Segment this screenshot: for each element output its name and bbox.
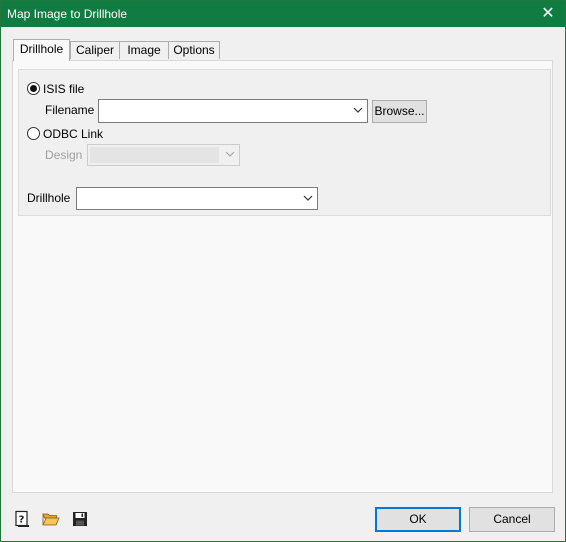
design-combobox[interactable] [87, 144, 240, 166]
title-bar: Map Image to Drillhole ✕ [1, 1, 565, 27]
tab-caliper[interactable]: Caliper [70, 41, 120, 59]
filename-label: Filename [45, 103, 95, 117]
radio-selected-dot [30, 85, 37, 92]
ok-button[interactable]: OK [375, 507, 461, 532]
filename-combobox[interactable] [98, 99, 368, 123]
tab-options[interactable]: Options [168, 41, 220, 59]
isis-file-radio[interactable] [27, 82, 40, 95]
browse-button[interactable]: Browse... [372, 100, 427, 123]
cancel-button[interactable]: Cancel [469, 507, 555, 532]
save-icon[interactable] [71, 510, 89, 528]
drillhole-combobox[interactable] [76, 187, 318, 210]
chevron-down-icon [225, 151, 235, 157]
close-icon[interactable]: ✕ [537, 3, 559, 25]
design-value-area [90, 147, 219, 163]
window-title: Map Image to Drillhole [7, 7, 128, 21]
design-label: Design [45, 148, 83, 162]
isis-file-label: ISIS file [43, 82, 85, 96]
open-folder-icon[interactable] [42, 510, 60, 528]
svg-text:?: ? [19, 515, 25, 526]
chevron-down-icon [303, 195, 313, 201]
odbc-link-label: ODBC Link [43, 127, 104, 141]
chevron-down-icon [353, 107, 363, 113]
drillhole-label: Drillhole [27, 191, 71, 205]
tab-image[interactable]: Image [119, 41, 169, 59]
tab-drillhole[interactable]: Drillhole [13, 39, 70, 61]
help-icon[interactable]: ? [13, 510, 31, 528]
odbc-link-radio[interactable] [27, 127, 40, 140]
dialog-window: Map Image to Drillhole ✕ Drillhole Calip… [0, 0, 566, 542]
